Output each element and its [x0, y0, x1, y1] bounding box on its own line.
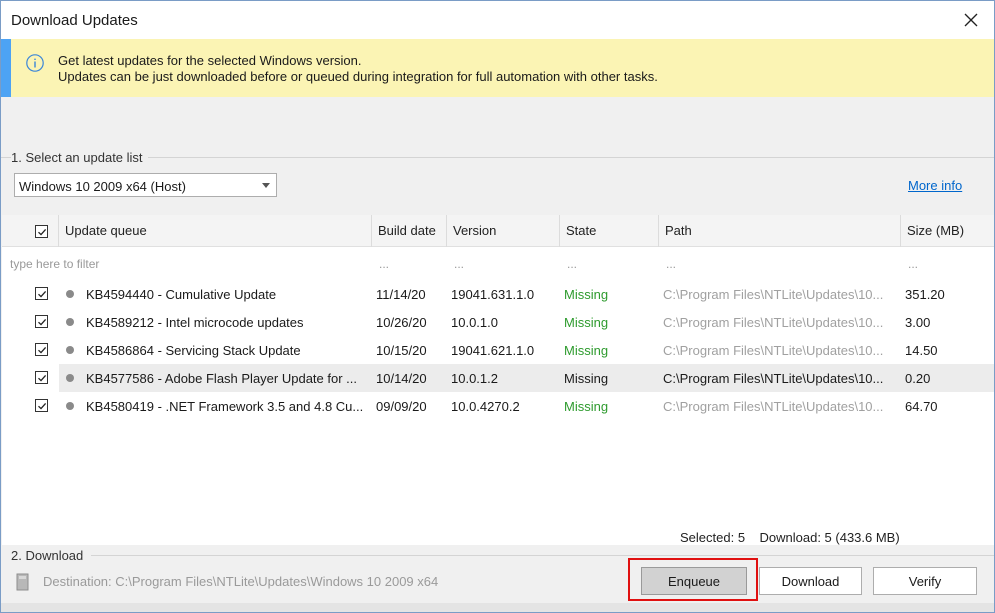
- status-dot-icon: [66, 374, 74, 382]
- info-banner: Get latest updates for the selected Wind…: [1, 39, 994, 97]
- close-button[interactable]: [948, 1, 994, 39]
- select-all-checkbox[interactable]: [35, 225, 48, 238]
- filter-build-date[interactable]: ...: [379, 257, 389, 271]
- section2-divider: [91, 555, 994, 556]
- filter-version[interactable]: ...: [454, 257, 464, 271]
- filter-path[interactable]: ...: [666, 257, 676, 271]
- verify-button[interactable]: Verify: [873, 567, 977, 595]
- column-header-size[interactable]: Size (MB): [901, 215, 994, 247]
- header-check-cell: [2, 215, 59, 247]
- column-header-version[interactable]: Version: [447, 215, 560, 247]
- table-row-selected[interactable]: KB4577586 - Adobe Flash Player Update fo…: [2, 364, 994, 392]
- download-summary: Download: 5 (433.6 MB): [759, 530, 900, 545]
- row-version: 19041.631.1.0: [451, 287, 535, 302]
- row-name: KB4589212 - Intel microcode updates: [86, 315, 304, 330]
- more-info-link[interactable]: More info: [908, 178, 962, 193]
- row-path: C:\Program Files\NTLite\Updates\10...: [663, 399, 884, 414]
- row-path: C:\Program Files\NTLite\Updates\10...: [663, 371, 884, 386]
- row-path: C:\Program Files\NTLite\Updates\10...: [663, 315, 884, 330]
- download-updates-dialog: Download Updates Get latest updates for …: [0, 0, 995, 613]
- row-size: 0.20: [905, 371, 931, 386]
- row-version: 10.0.4270.2: [451, 399, 520, 414]
- filter-size[interactable]: ...: [908, 257, 918, 271]
- bottom-edge: [1, 603, 994, 612]
- row-name: KB4577586 - Adobe Flash Player Update fo…: [86, 371, 358, 386]
- row-name: KB4586864 - Servicing Stack Update: [86, 343, 301, 358]
- selection-summary: Selected: 5 Download: 5 (433.6 MB): [680, 530, 900, 545]
- row-path: C:\Program Files\NTLite\Updates\10...: [663, 287, 884, 302]
- table-row[interactable]: KB4594440 - Cumulative Update 11/14/20 1…: [2, 280, 994, 308]
- row-size: 3.00: [905, 315, 931, 330]
- row-size: 14.50: [905, 343, 938, 358]
- row-date: 09/09/20: [376, 399, 427, 414]
- checkmark-icon: [37, 402, 46, 410]
- row-checkbox[interactable]: [35, 399, 48, 412]
- destination-path: Destination: C:\Program Files\NTLite\Upd…: [43, 574, 439, 589]
- row-state: Missing: [564, 399, 609, 414]
- row-date: 10/26/20: [376, 315, 427, 330]
- title-bar: Download Updates: [1, 1, 994, 39]
- section1-label: 1. Select an update list: [11, 150, 148, 165]
- table-row[interactable]: KB4589212 - Intel microcode updates 10/2…: [2, 308, 994, 336]
- close-icon: [964, 13, 978, 27]
- row-name: KB4594440 - Cumulative Update: [86, 287, 277, 302]
- chevron-down-icon: [262, 183, 270, 188]
- row-state: Missing: [564, 343, 609, 358]
- row-checkbox[interactable]: [35, 315, 48, 328]
- window-title: Download Updates: [11, 12, 138, 29]
- row-name: KB4580419 - .NET Framework 3.5 and 4.8 C…: [86, 399, 364, 414]
- info-line-2: Updates can be just downloaded before or…: [58, 69, 658, 84]
- filter-row[interactable]: type here to filter ... ... ... ... ...: [2, 247, 994, 279]
- info-stripe: [1, 39, 11, 97]
- update-list-select[interactable]: Windows 10 2009 x64 (Host): [14, 173, 277, 197]
- row-size: 64.70: [905, 399, 938, 414]
- checkmark-icon: [37, 346, 46, 354]
- info-icon: [26, 54, 44, 72]
- row-version: 19041.621.1.0: [451, 343, 535, 358]
- column-header-state[interactable]: State: [560, 215, 659, 247]
- status-dot-icon: [66, 290, 74, 298]
- row-date: 10/15/20: [376, 343, 427, 358]
- row-checkbox[interactable]: [35, 343, 48, 356]
- filter-input[interactable]: type here to filter: [10, 257, 99, 271]
- filter-state[interactable]: ...: [567, 257, 577, 271]
- section1-divider: [1, 157, 994, 158]
- checkmark-icon: [37, 290, 46, 298]
- status-dot-icon: [66, 402, 74, 410]
- checkmark-icon: [37, 318, 46, 326]
- update-grid: Update queue Build date Version State Pa…: [2, 215, 994, 545]
- column-header-update-queue[interactable]: Update queue: [59, 215, 372, 247]
- download-button[interactable]: Download: [759, 567, 862, 595]
- info-line-1: Get latest updates for the selected Wind…: [58, 53, 362, 68]
- row-checkbox[interactable]: [35, 371, 48, 384]
- row-state: Missing: [564, 371, 609, 386]
- row-version: 10.0.1.0: [451, 315, 498, 330]
- row-checkbox[interactable]: [35, 287, 48, 300]
- column-header-path[interactable]: Path: [659, 215, 901, 247]
- row-state: Missing: [564, 315, 609, 330]
- row-state: Missing: [564, 287, 609, 302]
- drive-icon: [16, 573, 29, 591]
- status-dot-icon: [66, 346, 74, 354]
- table-row[interactable]: KB4580419 - .NET Framework 3.5 and 4.8 C…: [2, 392, 994, 420]
- row-date: 11/14/20: [376, 287, 426, 302]
- update-list-value: Windows 10 2009 x64 (Host): [19, 179, 186, 194]
- row-size: 351.20: [905, 287, 945, 302]
- selected-count: Selected: 5: [680, 530, 746, 545]
- column-header-build-date[interactable]: Build date: [372, 215, 447, 247]
- table-row[interactable]: KB4586864 - Servicing Stack Update 10/15…: [2, 336, 994, 364]
- enqueue-button[interactable]: Enqueue: [641, 567, 747, 595]
- row-path: C:\Program Files\NTLite\Updates\10...: [663, 343, 884, 358]
- checkmark-icon: [37, 228, 46, 236]
- row-version: 10.0.1.2: [451, 371, 498, 386]
- grid-header: Update queue Build date Version State Pa…: [2, 215, 994, 247]
- row-date: 10/14/20: [376, 371, 427, 386]
- checkmark-icon: [37, 374, 46, 382]
- section2-label: 2. Download: [11, 548, 89, 563]
- status-dot-icon: [66, 318, 74, 326]
